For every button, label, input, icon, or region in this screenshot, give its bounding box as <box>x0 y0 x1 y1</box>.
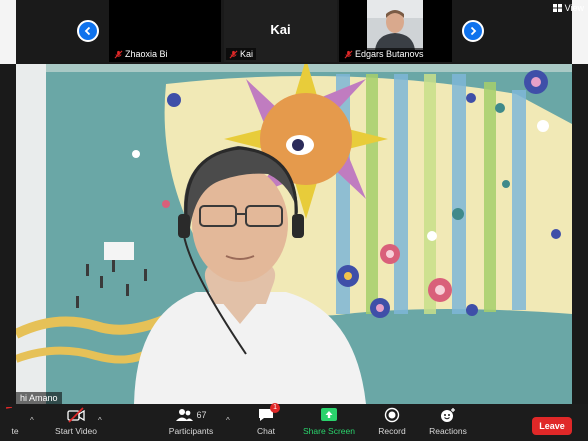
gallery-strip: Zhaoxia Bi Kai Kai Edgars Butanovs View <box>0 0 588 64</box>
smiley-plus-icon <box>439 407 457 423</box>
participants-icon <box>175 407 194 423</box>
grid-icon <box>552 4 562 12</box>
participants-button[interactable]: 67 Participants <box>166 407 216 436</box>
reactions-button[interactable]: Reactions <box>427 407 469 436</box>
mute-label: te <box>11 426 19 436</box>
meeting-toolbar: te ^ Start Video ^ 67 Participants ^ 1 C… <box>0 403 588 441</box>
record-button[interactable]: Record <box>376 407 408 436</box>
participant-name: Zhaoxia Bi <box>125 49 168 59</box>
participants-options-caret[interactable]: ^ <box>226 416 230 425</box>
participant-name-label: Edgars Butanovs <box>341 48 427 60</box>
view-label: View <box>564 3 584 13</box>
next-page-button[interactable] <box>462 20 484 42</box>
record-label: Record <box>378 426 406 436</box>
leave-button[interactable]: Leave <box>532 417 572 435</box>
participant-name-label: Kai <box>226 48 257 60</box>
chevron-left-icon <box>84 26 91 36</box>
mute-button[interactable]: te <box>0 406 30 436</box>
chat-button[interactable]: 1 Chat <box>252 403 280 436</box>
video-off-icon <box>67 407 85 423</box>
previous-page-button[interactable] <box>77 20 99 42</box>
share-screen-button[interactable]: Share Screen <box>302 407 356 436</box>
view-button[interactable]: View <box>552 3 584 13</box>
mic-muted-icon <box>114 50 123 58</box>
chat-unread-badge: 1 <box>270 403 280 413</box>
video-options-caret[interactable]: ^ <box>98 416 102 425</box>
video-tile-kai[interactable]: Kai Kai <box>224 0 337 62</box>
share-screen-icon <box>320 407 338 423</box>
record-icon <box>383 407 401 423</box>
participant-name: Edgars Butanovs <box>355 49 424 59</box>
participant-name-label: Zhaoxia Bi <box>111 48 171 60</box>
participants-count: 67 <box>196 410 207 420</box>
participants-label: Participants <box>168 426 214 436</box>
start-video-label: Start Video <box>55 426 97 436</box>
reactions-label: Reactions <box>429 426 467 436</box>
chevron-right-icon <box>470 26 477 36</box>
gallery-edge-left <box>0 0 16 64</box>
mic-muted-icon <box>344 50 353 58</box>
chat-label: Chat <box>257 426 275 436</box>
start-video-button[interactable]: Start Video <box>50 407 102 436</box>
mic-icon <box>5 406 24 423</box>
video-tile-zhaoxia[interactable]: Zhaoxia Bi <box>109 0 221 62</box>
active-speaker-video[interactable]: hi Amano <box>16 64 572 404</box>
share-screen-label: Share Screen <box>303 426 355 436</box>
participant-big-name: Kai <box>270 22 291 37</box>
participant-video-thumbnail <box>367 0 423 50</box>
chat-icon: 1 <box>257 403 280 423</box>
mic-muted-icon <box>229 50 238 58</box>
speaker-video-frame <box>16 64 572 404</box>
audio-options-caret[interactable]: ^ <box>30 416 34 425</box>
video-tile-edgars[interactable]: Edgars Butanovs <box>339 0 452 62</box>
active-speaker-name: hi Amano <box>16 392 62 404</box>
participant-name: Kai <box>240 49 254 59</box>
